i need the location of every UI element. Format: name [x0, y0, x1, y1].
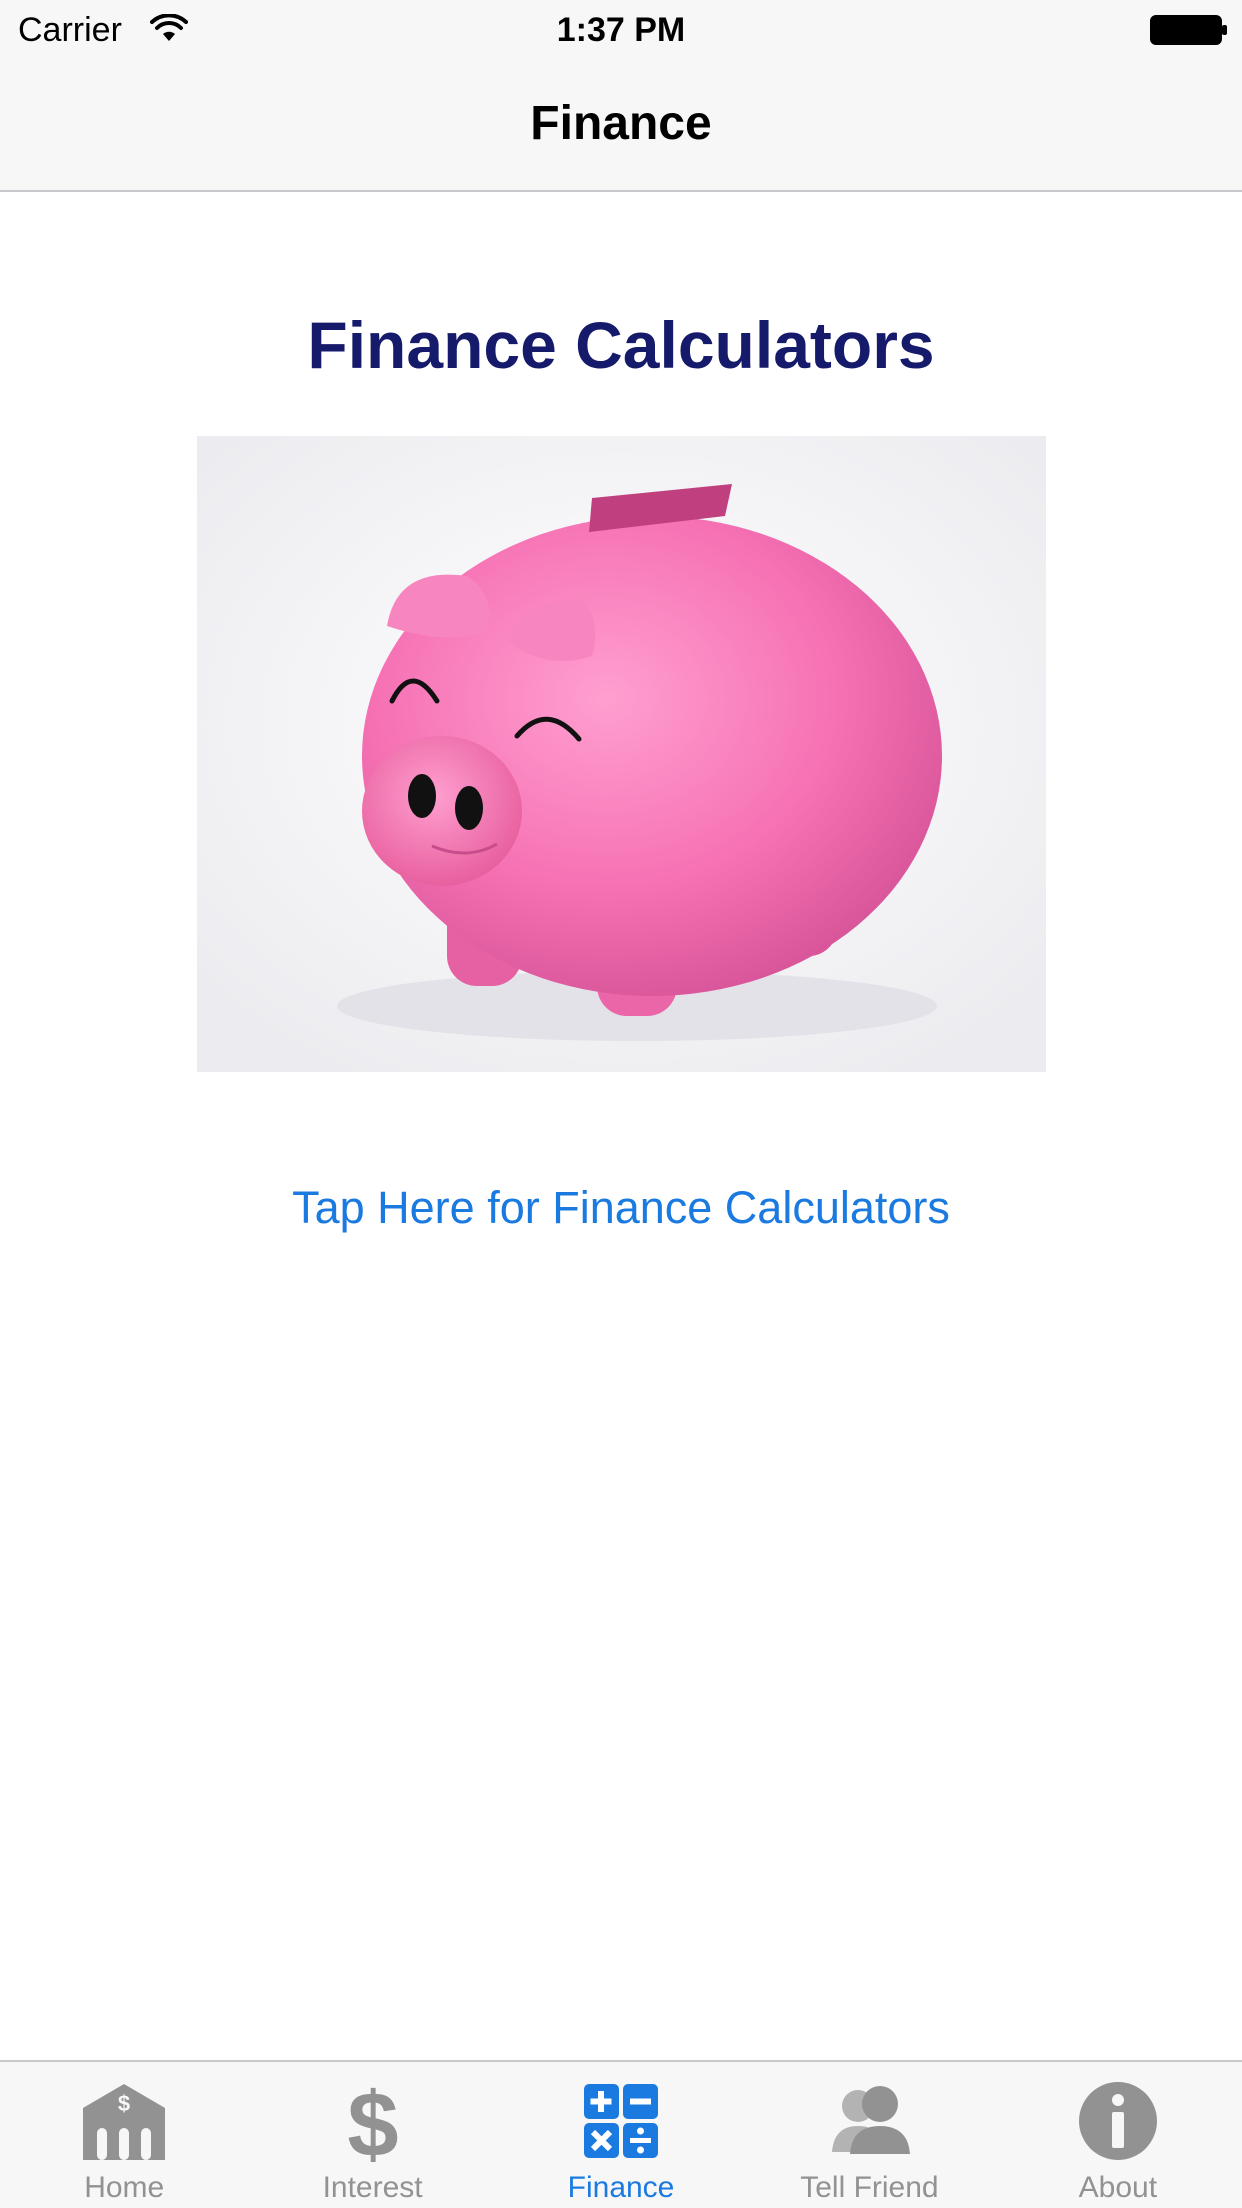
- calculator-icon: [576, 2080, 666, 2162]
- status-time: 1:37 PM: [556, 11, 686, 49]
- tab-label: Home: [84, 2171, 165, 2204]
- tab-label: Finance: [567, 2171, 675, 2204]
- people-icon: [824, 2080, 914, 2162]
- status-bar: Carrier 1:37 PM: [0, 0, 1242, 60]
- piggy-bank-image: [197, 436, 1046, 1072]
- tab-label: About: [1078, 2171, 1158, 2204]
- tab-bar: $ Home $ Interest Finance Tell Friend Ab…: [0, 2060, 1242, 2208]
- tab-label: Tell Friend: [800, 2171, 939, 2204]
- svg-text:$: $: [118, 2091, 130, 2116]
- tab-finance[interactable]: Finance: [497, 2062, 745, 2208]
- nav-title: Finance: [530, 97, 712, 150]
- tab-about[interactable]: About: [994, 2062, 1242, 2208]
- tab-label: Interest: [322, 2171, 423, 2204]
- tab-interest[interactable]: $ Interest: [248, 2062, 496, 2208]
- navigation-bar: Finance: [0, 60, 1242, 192]
- page-heading: Finance Calculators: [307, 308, 935, 382]
- bank-icon: $: [79, 2080, 169, 2162]
- svg-text:$: $: [347, 2080, 398, 2162]
- battery-icon: [1150, 15, 1228, 45]
- tab-tell-friend[interactable]: Tell Friend: [745, 2062, 993, 2208]
- tab-home[interactable]: $ Home: [0, 2062, 248, 2208]
- dollar-icon: $: [328, 2080, 418, 2162]
- info-icon: [1073, 2080, 1163, 2162]
- screen: Carrier 1:37 PM Finance Finance Calculat…: [0, 0, 1242, 2208]
- finance-calculators-link[interactable]: Tap Here for Finance Calculators: [0, 1180, 1242, 1236]
